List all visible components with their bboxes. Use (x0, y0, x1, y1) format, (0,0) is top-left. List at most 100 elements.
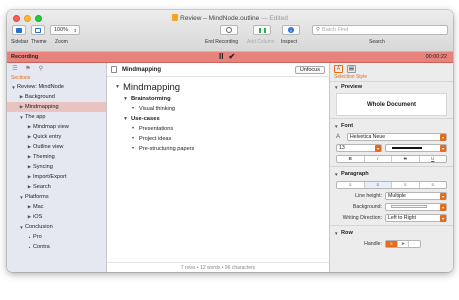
outline-row-section[interactable]: ▼ Brainstorming (115, 94, 321, 104)
disclosure-triangle-icon[interactable]: ▼ (18, 195, 25, 200)
preview-heading: Preview (341, 84, 363, 90)
disclosure-triangle-icon[interactable]: ▶ (26, 154, 33, 160)
disclosure-triangle-icon[interactable]: ▶ (26, 134, 33, 140)
disclosure-triangle-icon: ▼ (334, 230, 339, 236)
sidebar-item[interactable]: ▶ Background (7, 92, 106, 102)
sidebar-item-label: Review: MindNode (17, 84, 64, 90)
background-color-select[interactable]: ▾ (385, 202, 447, 211)
font-size-select[interactable]: 13 ▾ (336, 143, 382, 152)
align-right-icon[interactable]: ≡ (392, 181, 420, 188)
sidebar-item[interactable]: ▶ Mac (7, 202, 106, 212)
alignment-row: ≡ ≡ ≡ ≡ (330, 179, 453, 190)
paragraph-section-header[interactable]: ▼ Paragraph (330, 169, 453, 179)
sidebar-item[interactable]: ▶ Import/Export (7, 172, 106, 182)
font-family-row: A Helvetica Neue ▾ (330, 131, 453, 142)
writing-direction-value: Left to Right (388, 214, 416, 221)
disclosure-triangle-icon[interactable]: ▼ (123, 96, 131, 102)
disclosure-triangle-icon[interactable]: ▶ (26, 214, 33, 220)
inspect-button[interactable]: i (282, 25, 300, 35)
underline-button[interactable]: U (420, 156, 447, 162)
zoom-value: 100% (54, 27, 69, 33)
sidebar-item[interactable]: ▶ Search (7, 182, 106, 192)
sidebar-toggle-button[interactable] (12, 25, 26, 35)
background-label: Background: (352, 203, 382, 210)
sidebar-item[interactable]: ▶ Theming (7, 152, 106, 162)
strikethrough-button[interactable]: S (392, 155, 420, 162)
disclosure-triangle-icon[interactable]: ▶ (18, 104, 25, 110)
bold-button[interactable]: B (337, 155, 365, 162)
recording-label: Recording (11, 54, 39, 60)
sidebar-item[interactable]: ▶ Outline view (7, 142, 106, 152)
add-column-button[interactable] (253, 25, 271, 35)
outline-row-heading[interactable]: ▼ Mindmapping (115, 80, 321, 94)
search-tab-icon[interactable]: ⚲ (37, 65, 45, 72)
sidebar-item[interactable]: ▼ Conclusion (7, 222, 106, 232)
handle-pointer-icon[interactable]: ➤ (398, 240, 410, 247)
sidebar-item[interactable]: ▶ Mindmapping (7, 102, 106, 112)
zoom-stepper[interactable]: 100% ⇕ (50, 25, 80, 35)
disclosure-triangle-icon[interactable]: ▶ (26, 164, 33, 170)
search-input[interactable]: ⚲ Batch Find (312, 25, 448, 35)
align-center-icon[interactable]: ≡ (364, 181, 392, 188)
disclosure-triangle-icon[interactable]: ▼ (123, 116, 131, 122)
sidebar-item[interactable]: ▼ The app (7, 112, 106, 122)
row-section-header[interactable]: ▼ Row (330, 228, 453, 238)
outline-item-text: Visual thinking (139, 106, 175, 112)
disclosure-triangle-icon[interactable]: ▶ (26, 204, 33, 210)
disclosure-triangle-icon[interactable]: ▶ (26, 124, 33, 130)
writing-direction-select[interactable]: Left to Right ▾ (385, 213, 447, 222)
outline: ▼ Mindmapping ▼ Brainstorming • Visual thin… (107, 77, 329, 157)
handle-none-icon[interactable]: · (409, 241, 420, 247)
disclosure-triangle-icon[interactable]: ▶ (26, 174, 33, 180)
outline-item-text: Project ideas (139, 136, 172, 142)
tags-tab-icon[interactable]: ⚑ (24, 65, 32, 72)
end-recording-button[interactable] (220, 25, 238, 35)
align-justify-icon[interactable]: ≡ (420, 182, 447, 188)
disclosure-triangle-icon[interactable]: ▼ (18, 115, 25, 120)
recording-bar: Recording II ✔ 00:00:22 (7, 52, 453, 63)
sidebar-item[interactable]: ▼ Platforms (7, 192, 106, 202)
theme-button[interactable] (31, 25, 45, 35)
line-height-select[interactable]: Multiple ▾ (385, 191, 447, 200)
sidebar-item[interactable]: ▶ Quick entry (7, 132, 106, 142)
handle-auto-icon[interactable]: ≡ (386, 240, 398, 247)
align-left-icon[interactable]: ≡ (337, 181, 365, 188)
sidebar-item[interactable]: • Contra (7, 242, 106, 252)
disclosure-triangle-icon[interactable]: ▶ (26, 144, 33, 150)
window-title-text: Review – MindNode.outline (180, 15, 260, 22)
pause-button[interactable]: II (219, 52, 223, 61)
bullet-icon: • (28, 244, 31, 250)
outline-row-section[interactable]: ▼ Use-cases (115, 114, 321, 124)
document-tab-icon[interactable]: ▤ (347, 65, 356, 73)
sidebar-item[interactable]: ▶ Syncing (7, 162, 106, 172)
disclosure-triangle-icon[interactable]: ▼ (18, 225, 25, 230)
outline-document-icon (111, 66, 117, 73)
disclosure-triangle-icon[interactable]: ▶ (18, 94, 25, 100)
disclosure-triangle-icon[interactable]: ▼ (115, 84, 123, 90)
font-section-header[interactable]: ▼ Font (330, 121, 453, 131)
font-family-select[interactable]: Helvetica Neue ▾ (347, 132, 447, 141)
unfocus-button[interactable]: Unfocus (294, 65, 325, 74)
sidebar-item-label: Mindmap view (33, 124, 69, 130)
outline-row-item[interactable]: • Project ideas (115, 134, 321, 144)
style-tab-icon[interactable]: A (334, 65, 343, 73)
outline-row-item[interactable]: • Visual thinking (115, 104, 321, 114)
sidebar-item[interactable]: ▶ iOS (7, 212, 106, 222)
chevron-down-icon: ▾ (440, 203, 446, 211)
italic-button[interactable]: I (365, 155, 392, 162)
sidebar-item[interactable]: • Pro (7, 232, 106, 242)
font-color-select[interactable]: ▾ (385, 143, 447, 152)
outline-row-item[interactable]: • Presentations (115, 124, 321, 134)
chevron-down-icon: ▾ (440, 214, 446, 222)
divider (330, 118, 453, 119)
sections-tab-icon[interactable]: ☰ (11, 65, 19, 72)
add-column-label: Add Column (247, 39, 275, 45)
disclosure-triangle-icon[interactable]: ▼ (10, 85, 17, 90)
sidebar-item-label: Platforms (25, 194, 49, 200)
disclosure-triangle-icon[interactable]: ▶ (26, 184, 33, 190)
sidebar-item[interactable]: ▼ Review: MindNode (7, 82, 106, 92)
sidebar-item[interactable]: ▶ Mindmap view (7, 122, 106, 132)
finish-recording-button[interactable]: ✔ (228, 52, 235, 61)
preview-section-header[interactable]: ▼ Preview (330, 82, 453, 92)
outline-row-item[interactable]: • Pre-structuring papers (115, 144, 321, 154)
